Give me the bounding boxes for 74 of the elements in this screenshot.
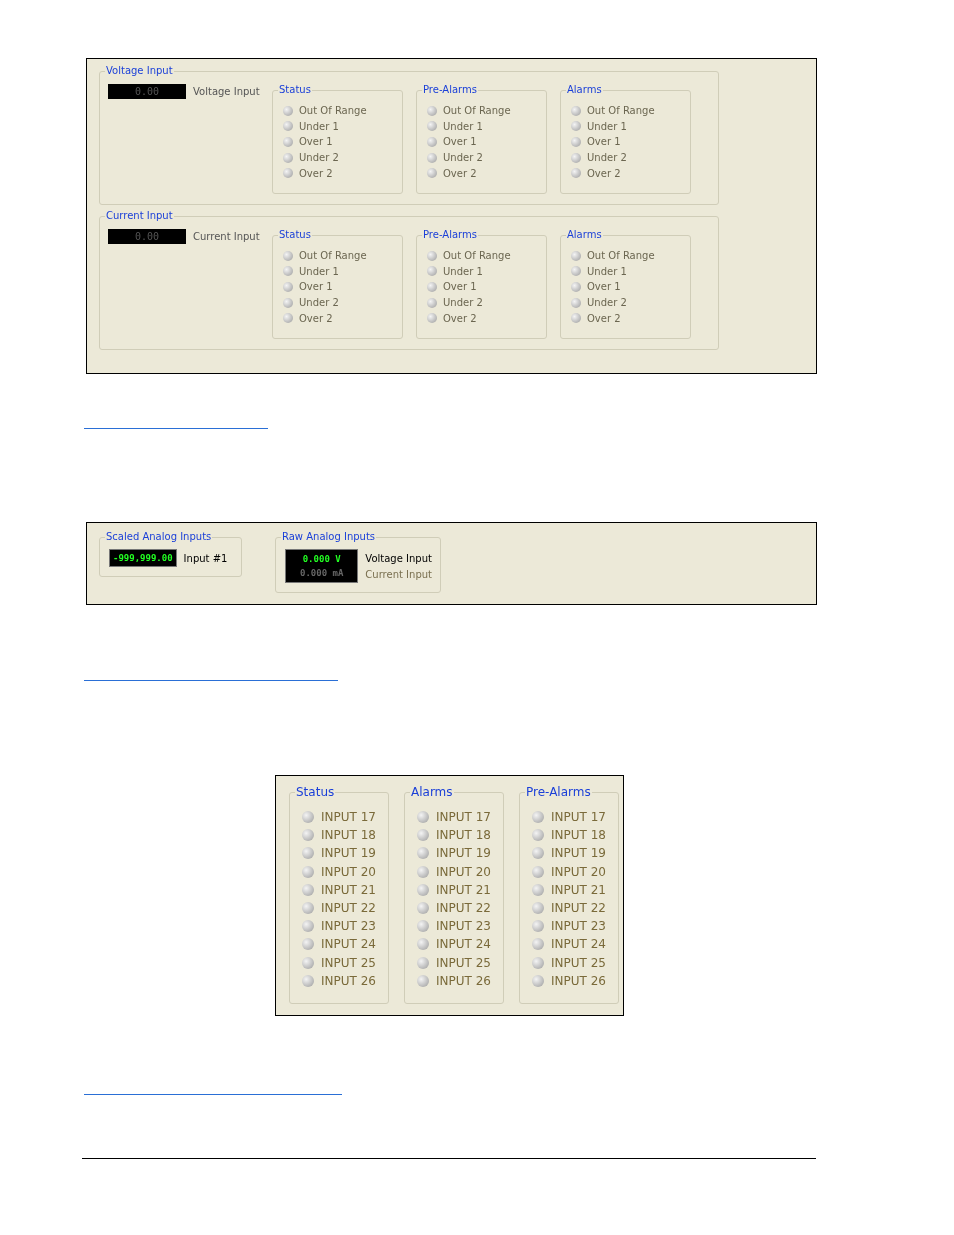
display-value: 0.000 V (301, 553, 342, 566)
led-label: INPUT 23 (436, 919, 491, 934)
led-label: INPUT 23 (321, 919, 376, 934)
led-label: Under 1 (587, 265, 627, 277)
led-label: Over 2 (299, 312, 333, 324)
led-label: INPUT 19 (436, 846, 491, 861)
led-label: Out Of Range (587, 105, 655, 117)
display-value: 0.000 mA (299, 567, 345, 580)
led-label: INPUT 17 (551, 810, 606, 825)
led-label: Over 1 (587, 281, 621, 293)
led-label: INPUT 25 (321, 955, 376, 970)
led-label: Over 2 (587, 167, 621, 179)
led-label: INPUT 22 (551, 901, 606, 916)
led-label: Over 1 (443, 281, 477, 293)
display-label: Current Input (193, 231, 260, 242)
led-label: Under 2 (587, 152, 627, 164)
value-display: 0.00 (108, 84, 186, 99)
led-label: Under 1 (587, 120, 627, 132)
led-label: Under 2 (299, 297, 339, 309)
led-label: INPUT 20 (436, 864, 491, 879)
display-value: -999,999.00 (113, 552, 173, 565)
led-label: INPUT 24 (321, 937, 376, 952)
led-label: INPUT 24 (551, 937, 606, 952)
led-label: Out Of Range (587, 250, 655, 262)
group-title: Raw Analog Inputs (281, 530, 377, 544)
group-title: Current Input (105, 209, 174, 223)
led-label: INPUT 20 (551, 864, 606, 879)
led-label: INPUT 17 (321, 810, 376, 825)
led-label: Out Of Range (443, 250, 511, 262)
led-label: Over 1 (587, 136, 621, 148)
led-label: Out Of Range (299, 105, 367, 117)
led-label: INPUT 17 (436, 810, 491, 825)
led-label: INPUT 21 (321, 882, 376, 897)
led-label: Under 2 (299, 152, 339, 164)
value-display: 0.00 (108, 229, 186, 244)
led-label: Over 1 (299, 281, 333, 293)
display-label: Voltage Input (365, 552, 432, 566)
led-label: Over 2 (299, 167, 333, 179)
led-label: Over 1 (299, 136, 333, 148)
led-label: INPUT 21 (551, 882, 606, 897)
led-label: Under 1 (299, 265, 339, 277)
display-label: Input #1 (183, 552, 228, 566)
led-label: Under 2 (443, 297, 483, 309)
led-label: Over 2 (587, 312, 621, 324)
led-label: INPUT 22 (436, 901, 491, 916)
led-label: INPUT 26 (321, 973, 376, 988)
led-label: INPUT 20 (321, 864, 376, 879)
led-label: Under 2 (587, 297, 627, 309)
led-label: Under 1 (443, 265, 483, 277)
led-label: Under 2 (443, 152, 483, 164)
led-label: INPUT 26 (551, 973, 606, 988)
led-label: Over 1 (443, 136, 477, 148)
led-label: Out Of Range (443, 105, 511, 117)
group-title: Voltage Input (105, 64, 174, 78)
display-label: Voltage Input (193, 86, 260, 97)
led-label: Over 2 (443, 167, 477, 179)
led-label: INPUT 22 (321, 901, 376, 916)
led-label: INPUT 25 (551, 955, 606, 970)
display-label: Current Input (365, 568, 432, 582)
led-label: INPUT 19 (321, 846, 376, 861)
led-label: INPUT 21 (436, 882, 491, 897)
group-title: Scaled Analog Inputs (105, 530, 213, 544)
led-label: Out Of Range (299, 250, 367, 262)
led-label: INPUT 25 (436, 955, 491, 970)
led-label: INPUT 19 (551, 846, 606, 861)
led-label: INPUT 26 (436, 973, 491, 988)
led-label: INPUT 18 (551, 828, 606, 843)
led-label: Under 1 (443, 120, 483, 132)
led-label: INPUT 23 (551, 919, 606, 934)
led-label: Over 2 (443, 312, 477, 324)
led-label: INPUT 18 (321, 828, 376, 843)
led-label: Under 1 (299, 120, 339, 132)
led-label: INPUT 18 (436, 828, 491, 843)
led-label: INPUT 24 (436, 937, 491, 952)
